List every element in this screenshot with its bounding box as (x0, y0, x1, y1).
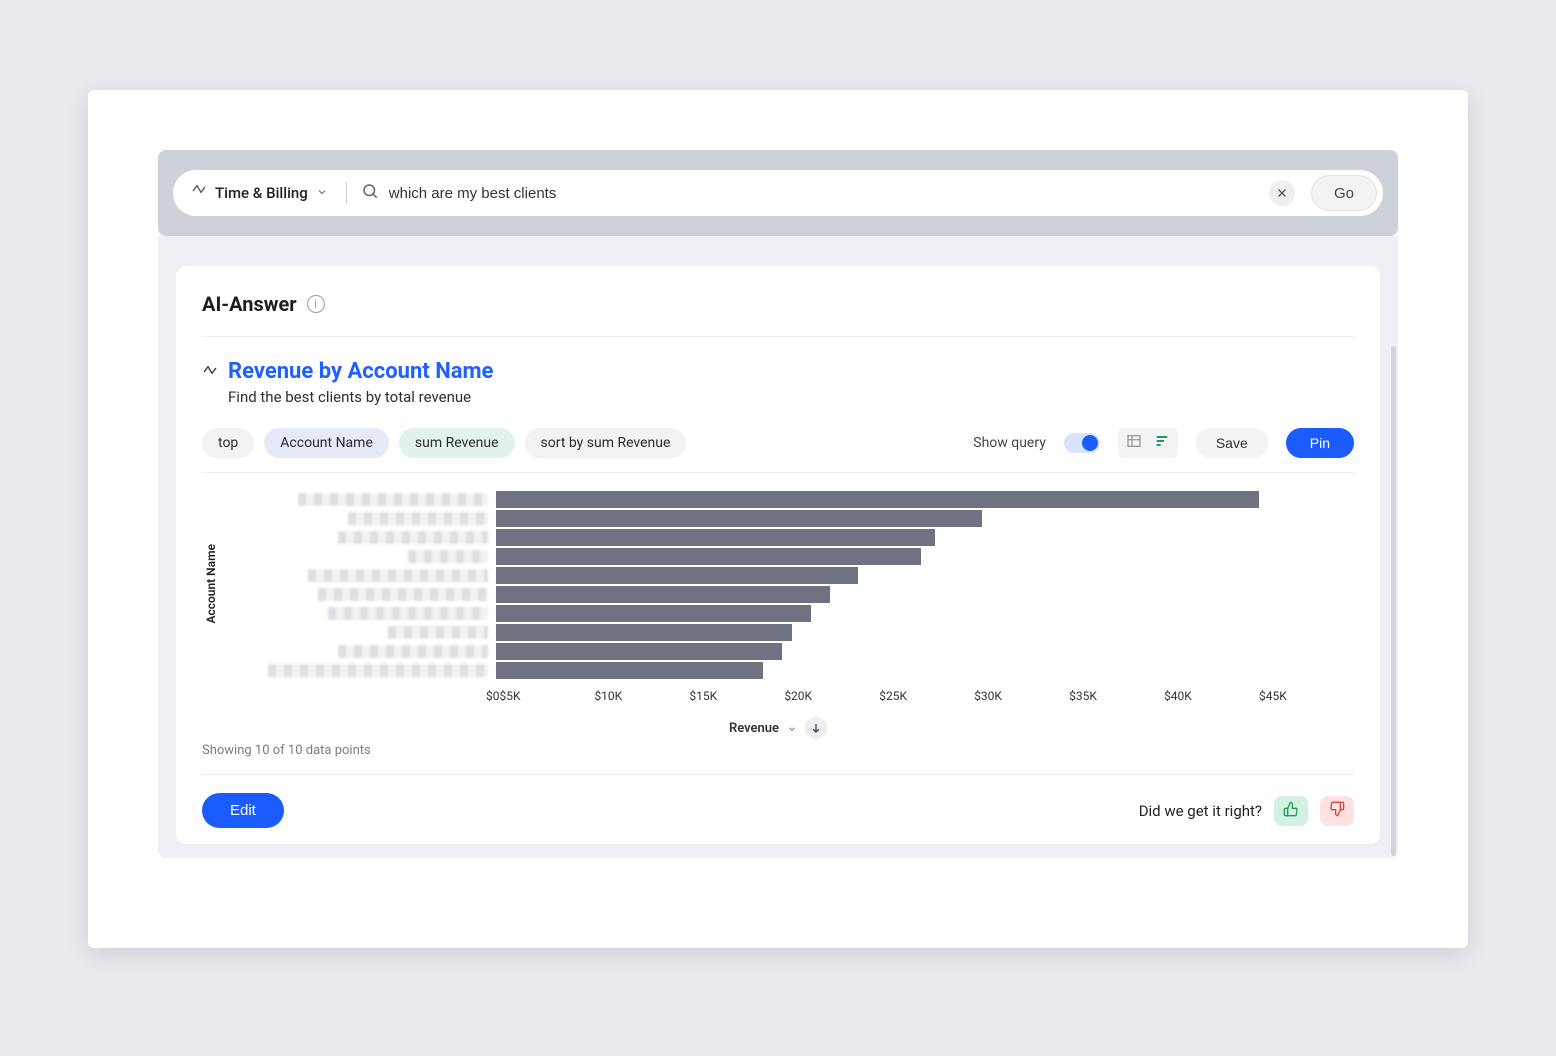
result-icon (202, 364, 218, 384)
chart-bar[interactable] (496, 529, 935, 546)
result-header: Revenue by Account Name Find the best cl… (202, 359, 1354, 406)
result-subtitle: Find the best clients by total revenue (228, 388, 493, 406)
chart-bar[interactable] (496, 605, 811, 622)
x-tick-label: $40K (1164, 689, 1259, 703)
chart-bar[interactable] (496, 491, 1259, 508)
close-icon (1276, 184, 1288, 203)
ai-answer-header: AI-Answer i (202, 292, 1354, 337)
y-tick-label (228, 662, 488, 679)
chevron-down-icon (316, 184, 328, 202)
info-icon[interactable]: i (307, 295, 325, 313)
thumbs-down-icon (1329, 801, 1345, 821)
y-tick-label (228, 586, 488, 603)
datasource-label: Time & Billing (215, 184, 308, 202)
search-header: Time & Billing Go (158, 150, 1398, 236)
y-axis-labels (228, 489, 488, 679)
edit-button[interactable]: Edit (202, 793, 284, 828)
show-query-label: Show query (973, 435, 1046, 451)
datapoints-count: Showing 10 of 10 data points (202, 743, 1354, 758)
y-tick-label (228, 548, 488, 565)
chip-sum-revenue[interactable]: sum Revenue (399, 428, 515, 458)
x-tick-label: $45K (1259, 689, 1354, 703)
thumbs-up-button[interactable] (1274, 796, 1308, 826)
x-tick-label: $30K (974, 689, 1069, 703)
chart-bar[interactable] (496, 624, 792, 641)
x-tick-label: $0 (486, 689, 500, 703)
result-title-link[interactable]: Revenue by Account Name (228, 359, 493, 384)
save-button[interactable]: Save (1196, 428, 1268, 458)
table-view-button[interactable] (1121, 431, 1147, 455)
go-button[interactable]: Go (1311, 175, 1377, 211)
chart-bar[interactable] (496, 567, 858, 584)
y-tick-label (228, 643, 488, 660)
chart-bar[interactable] (496, 510, 982, 527)
x-tick-label: $20K (784, 689, 879, 703)
sort-direction-button[interactable] (805, 717, 827, 739)
y-tick-label (228, 567, 488, 584)
chart-bar[interactable] (496, 548, 921, 565)
y-tick-label (228, 491, 488, 508)
feedback-group: Did we get it right? (1139, 796, 1354, 826)
separator (346, 182, 347, 204)
chip-sort[interactable]: sort by sum Revenue (525, 428, 687, 458)
x-tick-label: $5K (500, 689, 595, 703)
chart-section: Account Name $0$5K$10K$15K$20K$25K$30K$3… (202, 472, 1354, 758)
x-tick-label: $25K (879, 689, 974, 703)
app-window: Time & Billing Go AI-Answer i (88, 90, 1468, 948)
x-tick-label: $10K (594, 689, 689, 703)
bars-container (496, 489, 1354, 679)
datasource-selector[interactable]: Time & Billing (191, 183, 328, 203)
x-axis-label-row: Revenue (202, 717, 1354, 739)
feedback-question: Did we get it right? (1139, 802, 1262, 820)
y-tick-label (228, 624, 488, 641)
search-input[interactable] (389, 185, 1259, 202)
x-axis-label: Revenue (729, 721, 779, 736)
card-footer: Edit Did we get it right? (202, 774, 1354, 828)
chart-bar[interactable] (496, 586, 830, 603)
chip-top[interactable]: top (202, 428, 254, 458)
content-area: AI-Answer i Revenue by Account Name Find… (158, 236, 1398, 858)
y-tick-label (228, 529, 488, 546)
arrow-down-icon (810, 719, 822, 738)
bar-chart-icon (1154, 433, 1170, 453)
y-axis-label: Account Name (202, 544, 220, 624)
search-icon (361, 182, 379, 204)
x-tick-label: $15K (689, 689, 784, 703)
thumbs-down-button[interactable] (1320, 796, 1354, 826)
show-query-toggle[interactable] (1064, 433, 1100, 453)
chart-bar[interactable] (496, 662, 763, 679)
thumbs-up-icon (1283, 801, 1299, 821)
view-mode-switch (1118, 428, 1178, 458)
chart-bar[interactable] (496, 643, 782, 660)
chart-toolbar: Show query (973, 428, 1354, 458)
chip-account-name[interactable]: Account Name (264, 428, 389, 458)
table-icon (1126, 433, 1142, 453)
x-axis-ticks: $0$5K$10K$15K$20K$25K$30K$35K$40K$45K (486, 689, 1354, 703)
search-bar: Time & Billing Go (173, 170, 1383, 216)
ai-answer-title: AI-Answer (202, 292, 297, 316)
chevron-down-icon[interactable] (787, 719, 797, 738)
datasource-icon (191, 183, 207, 203)
chart-area: Account Name (202, 489, 1354, 679)
x-tick-label: $35K (1069, 689, 1164, 703)
scrollbar[interactable] (1391, 346, 1396, 856)
y-tick-label (228, 605, 488, 622)
y-tick-label (228, 510, 488, 527)
ai-answer-card: AI-Answer i Revenue by Account Name Find… (176, 266, 1380, 844)
clear-search-button[interactable] (1269, 180, 1295, 206)
chips-row: top Account Name sum Revenue sort by sum… (202, 428, 1354, 458)
pin-button[interactable]: Pin (1286, 428, 1354, 458)
chart-view-button[interactable] (1149, 431, 1175, 455)
